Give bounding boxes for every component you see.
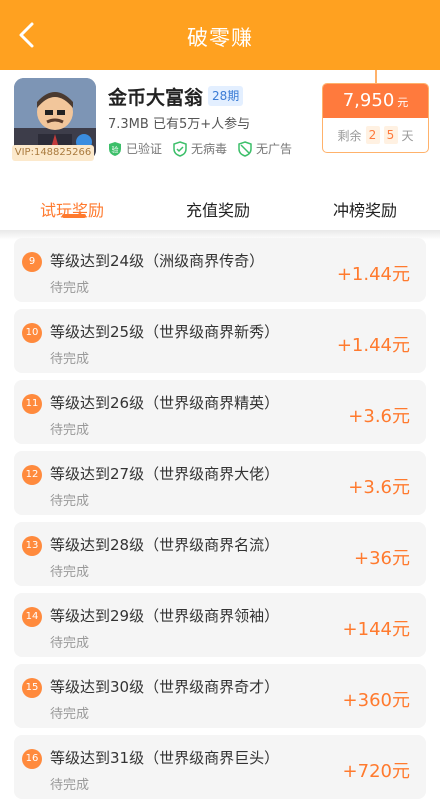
period-badge: 28期 xyxy=(208,86,244,106)
svg-text:验: 验 xyxy=(112,145,119,154)
task-status: 待完成 xyxy=(50,636,90,651)
task-reward: +1.44元 xyxy=(336,264,410,285)
no-ads-label: 无广告 xyxy=(256,142,293,156)
task-status: 待完成 xyxy=(50,778,90,793)
task-item[interactable]: 11 等级达到26级（世界级商界精英） 待完成 +3.6元 xyxy=(14,380,426,444)
task-status: 待完成 xyxy=(50,423,90,438)
task-number: 13 xyxy=(22,536,42,556)
task-item[interactable]: 15 等级达到30级（世界级商界奇才） 待完成 +360元 xyxy=(14,664,426,728)
price-amount-row: 7,950 元 xyxy=(323,84,428,118)
day-unit: 天 xyxy=(401,128,414,143)
task-number: 12 xyxy=(22,465,42,485)
task-title: 等级达到31级（世界级商界巨头） xyxy=(50,749,280,767)
task-item[interactable]: 14 等级达到29级（世界级商界领袖） 待完成 +144元 xyxy=(14,593,426,657)
tab-recharge-reward[interactable]: 充值奖励 xyxy=(186,197,250,221)
verification-list: 验 已验证 无病毒 无广告 xyxy=(107,140,292,157)
task-reward: +1.44元 xyxy=(336,335,410,356)
task-title: 等级达到30级（世界级商界奇才） xyxy=(50,678,280,696)
task-reward: +36元 xyxy=(354,548,410,569)
price-tag-string xyxy=(375,70,377,84)
task-number: 15 xyxy=(22,678,42,698)
task-reward: +360元 xyxy=(342,690,410,711)
verified-label: 已验证 xyxy=(126,142,163,156)
active-tab-indicator xyxy=(62,214,86,218)
reward-tabs: 试玩奖励 充值奖励 冲榜奖励 xyxy=(0,185,440,230)
task-number: 16 xyxy=(22,749,42,769)
remaining-days: 剩余 2 5 天 xyxy=(323,118,428,152)
task-reward: +144元 xyxy=(342,619,410,640)
shield-check-icon xyxy=(173,140,187,157)
no-virus-label: 无病毒 xyxy=(191,142,228,156)
task-title: 等级达到25级（世界级商界新秀） xyxy=(50,323,280,341)
task-status: 待完成 xyxy=(50,352,90,367)
vip-id: VIP:148825266 xyxy=(12,145,94,161)
task-title: 等级达到24级（洲级商界传奇） xyxy=(50,252,265,270)
task-status: 待完成 xyxy=(50,281,90,296)
remain-label: 剩余 xyxy=(337,128,362,143)
task-title: 等级达到29级（世界级商界领袖） xyxy=(50,607,280,625)
task-reward: +3.6元 xyxy=(348,406,410,427)
app-name: 金币大富翁 xyxy=(108,87,204,109)
no-virus-item: 无病毒 xyxy=(172,140,227,157)
day-digit: 5 xyxy=(383,126,398,144)
app-meta: 7.3MB 已有5万+人参与 xyxy=(108,117,251,132)
no-ads-item: 无广告 xyxy=(237,140,292,157)
task-item[interactable]: 9 等级达到24级（洲级商界传奇） 待完成 +1.44元 xyxy=(14,238,426,302)
task-title: 等级达到26级（世界级商界精英） xyxy=(50,394,280,412)
tab-ranking-reward[interactable]: 冲榜奖励 xyxy=(333,197,397,221)
task-status: 待完成 xyxy=(50,707,90,722)
reward-price-box: 7,950 元 剩余 2 5 天 xyxy=(322,83,429,153)
task-item[interactable]: 12 等级达到27级（世界级商界大佬） 待完成 +3.6元 xyxy=(14,451,426,515)
task-status: 待完成 xyxy=(50,494,90,509)
top-bar: 破零赚 xyxy=(0,0,440,70)
task-number: 9 xyxy=(22,252,42,272)
task-number: 11 xyxy=(22,394,42,414)
day-digit: 2 xyxy=(365,126,380,144)
verified-item: 验 已验证 xyxy=(107,140,162,157)
price-amount: 7,950 xyxy=(342,90,395,111)
task-status: 待完成 xyxy=(50,565,90,580)
task-number: 10 xyxy=(22,323,42,343)
page-title: 破零赚 xyxy=(187,26,253,50)
task-title: 等级达到28级（世界级商界名流） xyxy=(50,536,280,554)
task-title: 等级达到27级（世界级商界大佬） xyxy=(50,465,280,483)
price-unit: 元 xyxy=(397,96,409,109)
shield-verified-icon: 验 xyxy=(109,141,121,156)
task-number: 14 xyxy=(22,607,42,627)
task-item[interactable]: 16 等级达到31级（世界级商界巨头） 待完成 +720元 xyxy=(14,735,426,799)
task-reward: +720元 xyxy=(342,761,410,782)
task-item[interactable]: 13 等级达到28级（世界级商界名流） 待完成 +36元 xyxy=(14,522,426,586)
shield-slash-icon xyxy=(238,140,252,157)
task-reward: +3.6元 xyxy=(348,477,410,498)
task-item[interactable]: 10 等级达到25级（世界级商界新秀） 待完成 +1.44元 xyxy=(14,309,426,373)
